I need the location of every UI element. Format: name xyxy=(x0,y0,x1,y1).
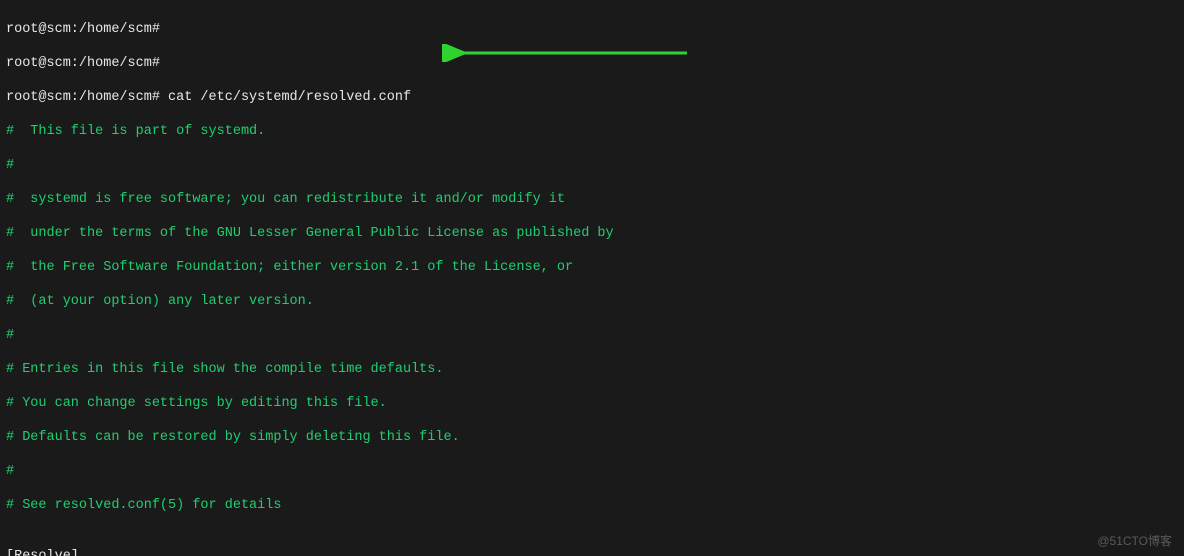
file-section-header: [Resolve] xyxy=(6,548,1178,556)
file-comment: # You can change settings by editing thi… xyxy=(6,395,1178,412)
file-comment: # under the terms of the GNU Lesser Gene… xyxy=(6,225,1178,242)
file-comment: # the Free Software Foundation; either v… xyxy=(6,259,1178,276)
file-comment: # xyxy=(6,463,1178,480)
file-comment: # Defaults can be restored by simply del… xyxy=(6,429,1178,446)
file-comment: # xyxy=(6,327,1178,344)
prompt-line: root@scm:/home/scm# xyxy=(6,55,1178,72)
prompt-command-line: root@scm:/home/scm# cat /etc/systemd/res… xyxy=(6,89,1178,106)
watermark-text: @51CTO博客 xyxy=(1097,533,1172,550)
prompt-line: root@scm:/home/scm# xyxy=(6,21,1178,38)
terminal-output[interactable]: root@scm:/home/scm# root@scm:/home/scm# … xyxy=(0,0,1184,556)
file-comment: # systemd is free software; you can redi… xyxy=(6,191,1178,208)
file-comment: # See resolved.conf(5) for details xyxy=(6,497,1178,514)
file-comment: # (at your option) any later version. xyxy=(6,293,1178,310)
file-comment: # Entries in this file show the compile … xyxy=(6,361,1178,378)
file-comment: # xyxy=(6,157,1178,174)
file-comment: # This file is part of systemd. xyxy=(6,123,1178,140)
